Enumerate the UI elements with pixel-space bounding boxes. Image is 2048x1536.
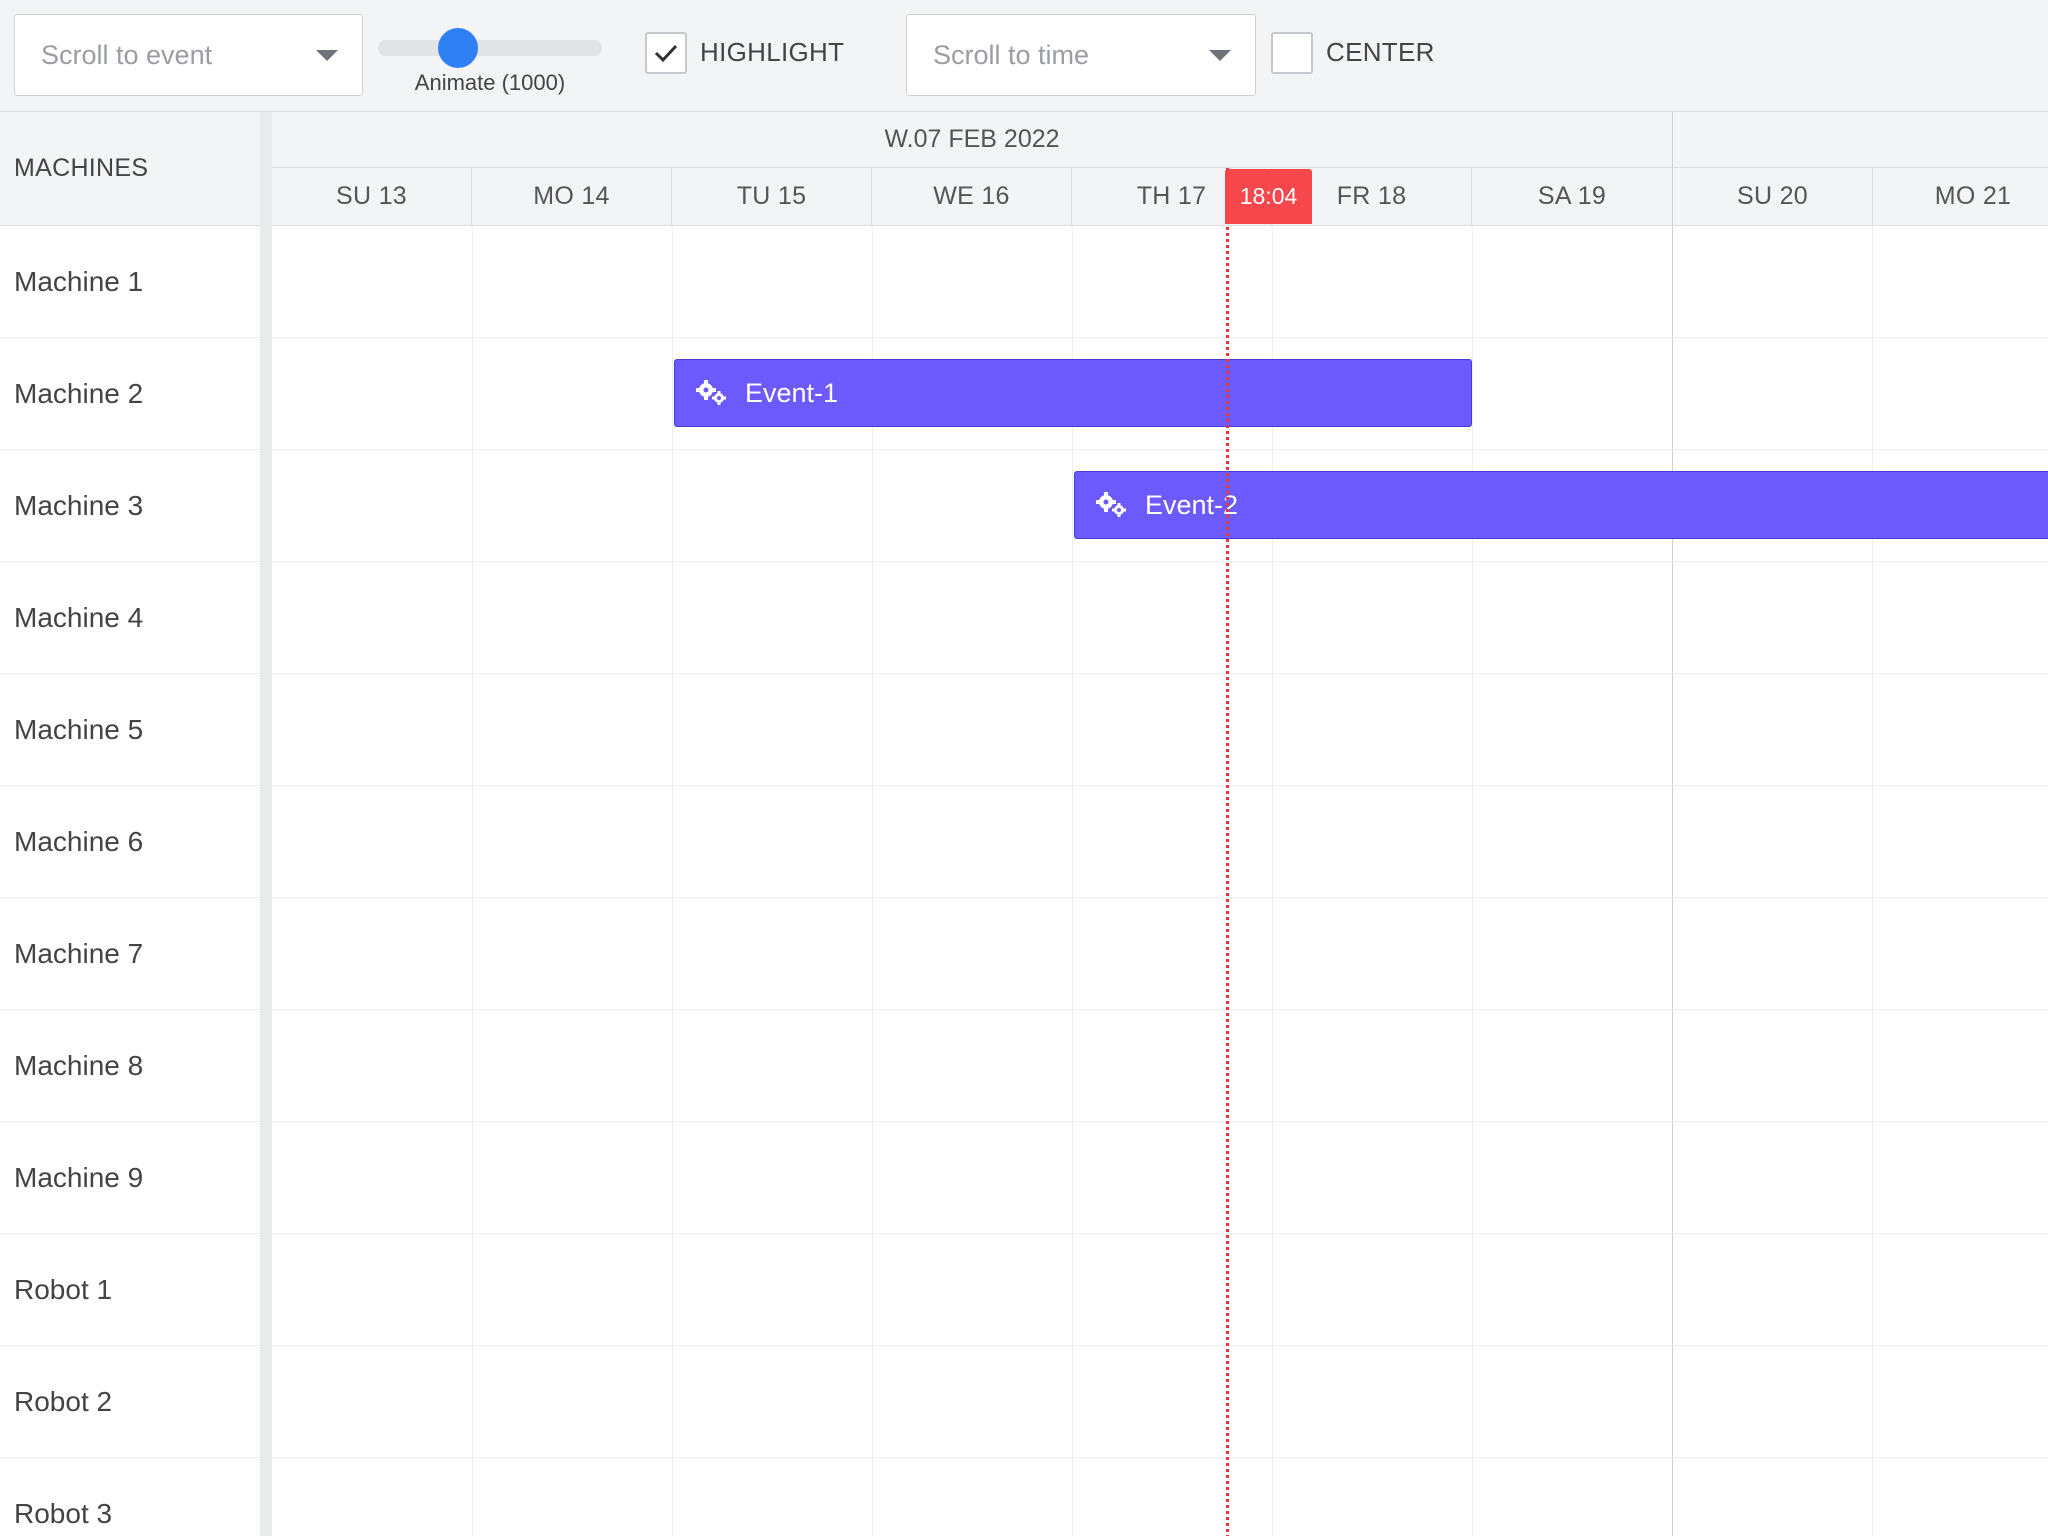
- day-header[interactable]: MO 14: [472, 168, 672, 225]
- center-checkbox[interactable]: [1271, 32, 1313, 74]
- scroll-to-event-input[interactable]: [39, 38, 304, 72]
- row-line: [272, 449, 2048, 450]
- day-header[interactable]: MO 21: [1873, 168, 2048, 225]
- chevron-down-icon[interactable]: [1209, 49, 1231, 61]
- row-line: [272, 1009, 2048, 1010]
- resource-row[interactable]: Machine 4: [0, 562, 260, 674]
- resource-row[interactable]: Robot 3: [0, 1458, 260, 1536]
- row-line: [272, 897, 2048, 898]
- scheduler: MACHINES Machine 1 Machine 2 Machine 3 M…: [0, 112, 2048, 1536]
- column-line: [672, 226, 673, 1536]
- chevron-down-icon[interactable]: [316, 49, 338, 61]
- row-line: [272, 1233, 2048, 1234]
- resource-row[interactable]: Machine 3: [0, 450, 260, 562]
- resource-row[interactable]: Machine 9: [0, 1122, 260, 1234]
- highlight-label: HIGHLIGHT: [700, 37, 845, 67]
- current-time-badge: 18:04: [1225, 169, 1312, 224]
- day-header[interactable]: SA 19: [1472, 168, 1673, 225]
- scroll-to-time-combo[interactable]: [906, 14, 1256, 96]
- resource-row[interactable]: Machine 8: [0, 1010, 260, 1122]
- week-header-next[interactable]: [1673, 112, 2048, 168]
- splitter[interactable]: [260, 112, 272, 1536]
- resource-row[interactable]: Robot 2: [0, 1346, 260, 1458]
- highlight-checkbox[interactable]: [645, 32, 687, 74]
- event-name: Event-1: [745, 377, 839, 408]
- toolbar: Animate (1000) HIGHLIGHT CENTER: [0, 0, 2048, 112]
- row-line: [272, 1457, 2048, 1458]
- event-name: Event-2: [1145, 489, 1239, 520]
- day-header[interactable]: SU 13: [272, 168, 472, 225]
- column-line: [1472, 226, 1473, 1536]
- slider-thumb[interactable]: [438, 28, 478, 68]
- resource-row[interactable]: Machine 1: [0, 226, 260, 338]
- animate-label: Animate (1000): [414, 70, 566, 95]
- current-time-line: [1226, 168, 1229, 1536]
- resource-row[interactable]: Machine 6: [0, 786, 260, 898]
- day-header[interactable]: TU 15: [672, 168, 872, 225]
- scroll-to-event-combo[interactable]: [14, 14, 363, 96]
- column-line: [1872, 226, 1873, 1536]
- resource-column-header[interactable]: MACHINES: [0, 112, 260, 226]
- event-bar[interactable]: Event-1: [674, 359, 1472, 427]
- row-line: [272, 561, 2048, 562]
- week-line: [1672, 226, 1673, 1536]
- row-line: [272, 785, 2048, 786]
- scroll-to-time-input[interactable]: [931, 38, 1197, 72]
- timeline-body[interactable]: Event-1 Event-2: [272, 226, 2048, 1536]
- center-label: CENTER: [1326, 37, 1435, 67]
- resource-grid: MACHINES Machine 1 Machine 2 Machine 3 M…: [0, 112, 260, 1536]
- timeline: W.07 FEB 2022 SU 13 MO 14 TU 15 WE 16 TH…: [272, 112, 2048, 1536]
- resource-row[interactable]: Machine 7: [0, 898, 260, 1010]
- row-line: [272, 1345, 2048, 1346]
- row-line: [272, 673, 2048, 674]
- resource-row[interactable]: Machine 2: [0, 338, 260, 450]
- event-bar[interactable]: Event-2: [1074, 471, 2048, 539]
- gears-icon: [696, 380, 726, 405]
- column-line: [472, 226, 473, 1536]
- day-header[interactable]: WE 16: [872, 168, 1072, 225]
- row-line: [272, 337, 2048, 338]
- slider-track[interactable]: [378, 40, 602, 56]
- animate-slider[interactable]: Animate (1000): [378, 22, 602, 102]
- resource-row[interactable]: Machine 5: [0, 674, 260, 786]
- gears-icon: [1096, 492, 1126, 517]
- week-header[interactable]: W.07 FEB 2022: [272, 112, 1673, 168]
- resource-row[interactable]: Robot 1: [0, 1234, 260, 1346]
- timeline-header: W.07 FEB 2022 SU 13 MO 14 TU 15 WE 16 TH…: [272, 112, 2048, 226]
- row-line: [272, 1121, 2048, 1122]
- day-header[interactable]: SU 20: [1673, 168, 1873, 225]
- checkmark-icon: [654, 44, 678, 63]
